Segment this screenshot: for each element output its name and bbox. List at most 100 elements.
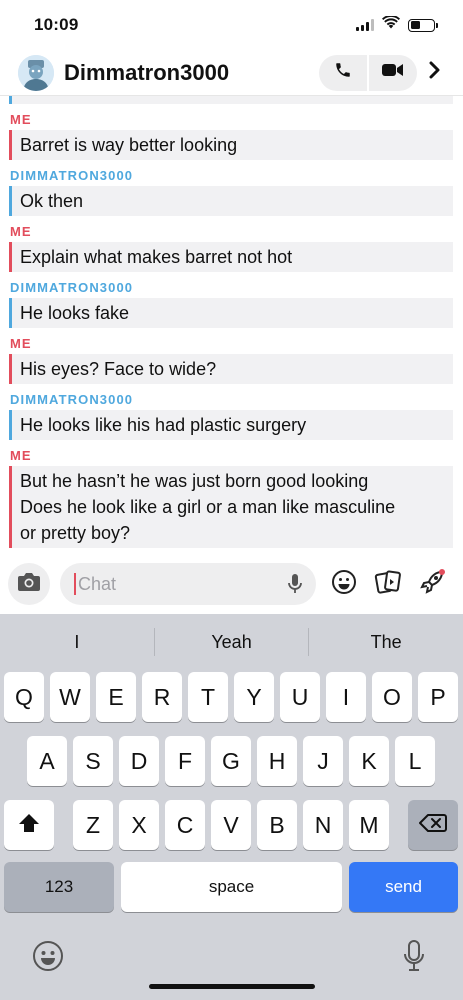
message-text[interactable]: He looks like his had plastic surgery [9,410,453,440]
keyboard-footer [0,936,463,1000]
chevron-right-icon [429,61,441,84]
status-icons [356,14,438,34]
suggestion[interactable]: The [309,632,463,653]
wifi-icon [382,14,400,34]
more-options-button[interactable] [417,61,453,84]
key[interactable]: B [257,800,297,850]
key[interactable]: E [96,672,136,722]
message-text[interactable]: Barret is way better looking [9,130,453,160]
key[interactable]: N [303,800,343,850]
numbers-key[interactable]: 123 [4,862,114,912]
key[interactable]: I [326,672,366,722]
key[interactable]: Q [4,672,44,722]
key-row-4: 123 space send [0,862,463,912]
message: ME But he hasn’t he was just born good l… [0,446,463,548]
message-text[interactable]: His eyes? Face to wide? [9,354,453,384]
key[interactable]: L [395,736,435,786]
key[interactable]: O [372,672,412,722]
key[interactable]: M [349,800,389,850]
chat-header: Dimmatron3000 [0,50,463,96]
key[interactable]: U [280,672,320,722]
clipped-message-bubble [9,96,453,104]
key[interactable]: F [165,736,205,786]
emoji-keyboard-button[interactable] [32,940,64,977]
chat-input[interactable] [78,573,268,595]
status-time: 10:09 [34,15,79,34]
message-line: But he hasn’t he was just born good look… [20,471,369,491]
key[interactable]: W [50,672,90,722]
text-cursor [74,573,76,595]
rocket-icon [418,568,446,601]
backspace-key[interactable] [408,800,458,850]
message-sender: ME [10,224,32,239]
status-bar: 10:09 [0,0,463,50]
camera-button[interactable] [8,563,50,605]
key[interactable]: D [119,736,159,786]
composer [0,556,463,612]
smiley-icon [331,569,357,600]
message-text[interactable]: He looks fake [9,298,453,328]
key[interactable]: J [303,736,343,786]
message-sender: DIMMATRON3000 [10,280,134,295]
video-camera-icon [382,62,404,83]
keyboard: I Yeah The Q W E R T Y U I O P A S D F G… [0,614,463,1000]
microphone-icon[interactable] [288,574,302,599]
message: ME Explain what makes barret not hot [0,222,463,272]
key[interactable]: X [119,800,159,850]
camera-icon [17,572,41,597]
message: DIMMATRON3000 Ok then [0,166,463,216]
predictive-bar: I Yeah The [0,614,463,670]
message-text[interactable]: But he hasn’t he was just born good look… [9,466,453,548]
suggestion[interactable]: Yeah [155,632,309,653]
key-row-3: Z X C V B N M [0,800,463,850]
key[interactable]: H [257,736,297,786]
space-key[interactable]: space [121,862,342,912]
avatar[interactable] [18,54,54,91]
chat-input-field[interactable] [60,563,316,605]
key[interactable]: G [211,736,251,786]
cellular-signal-icon [356,19,374,31]
contact-name[interactable]: Dimmatron3000 [64,60,319,86]
backspace-icon [419,812,447,839]
message-sender: DIMMATRON3000 [10,168,134,183]
key[interactable]: V [211,800,251,850]
call-button[interactable] [319,54,367,91]
games-button[interactable] [412,564,452,604]
key[interactable]: A [27,736,67,786]
smiley-icon [33,941,63,971]
message-line: or pretty boy? [20,523,131,543]
message-line: Does he look like a girl or a man like m… [20,497,396,517]
key[interactable]: K [349,736,389,786]
message-text[interactable]: Ok then [9,186,453,216]
key[interactable]: Z [73,800,113,850]
message: ME Barret is way better looking [0,110,463,160]
key[interactable]: P [418,672,458,722]
message: ME His eyes? Face to wide? [0,334,463,384]
battery-icon [408,18,438,32]
message-sender: ME [10,112,32,127]
key[interactable]: S [73,736,113,786]
composer-actions [324,564,452,604]
dictation-button[interactable] [403,940,425,977]
message-text[interactable]: Explain what makes barret not hot [9,242,453,272]
message: DIMMATRON3000 He looks like his had plas… [0,390,463,440]
key[interactable]: R [142,672,182,722]
stickers-button[interactable] [368,564,408,604]
key[interactable]: T [188,672,228,722]
home-indicator[interactable] [149,984,315,989]
chat-history[interactable]: ME Barret is way better looking DIMMATRO… [0,96,463,556]
key-row-2: A S D F G H J K L [0,736,463,786]
key[interactable]: C [165,800,205,850]
message-sender: DIMMATRON3000 [10,392,134,407]
message-sender: ME [10,336,32,351]
shift-icon [18,812,40,839]
emoji-button[interactable] [324,564,364,604]
message-sender: ME [10,448,32,463]
key-row-1: Q W E R T Y U I O P [0,672,463,722]
suggestion[interactable]: I [0,632,154,653]
phone-icon [334,61,352,84]
key[interactable]: Y [234,672,274,722]
shift-key[interactable] [4,800,54,850]
send-key[interactable]: send [349,862,458,912]
video-call-button[interactable] [369,54,417,91]
